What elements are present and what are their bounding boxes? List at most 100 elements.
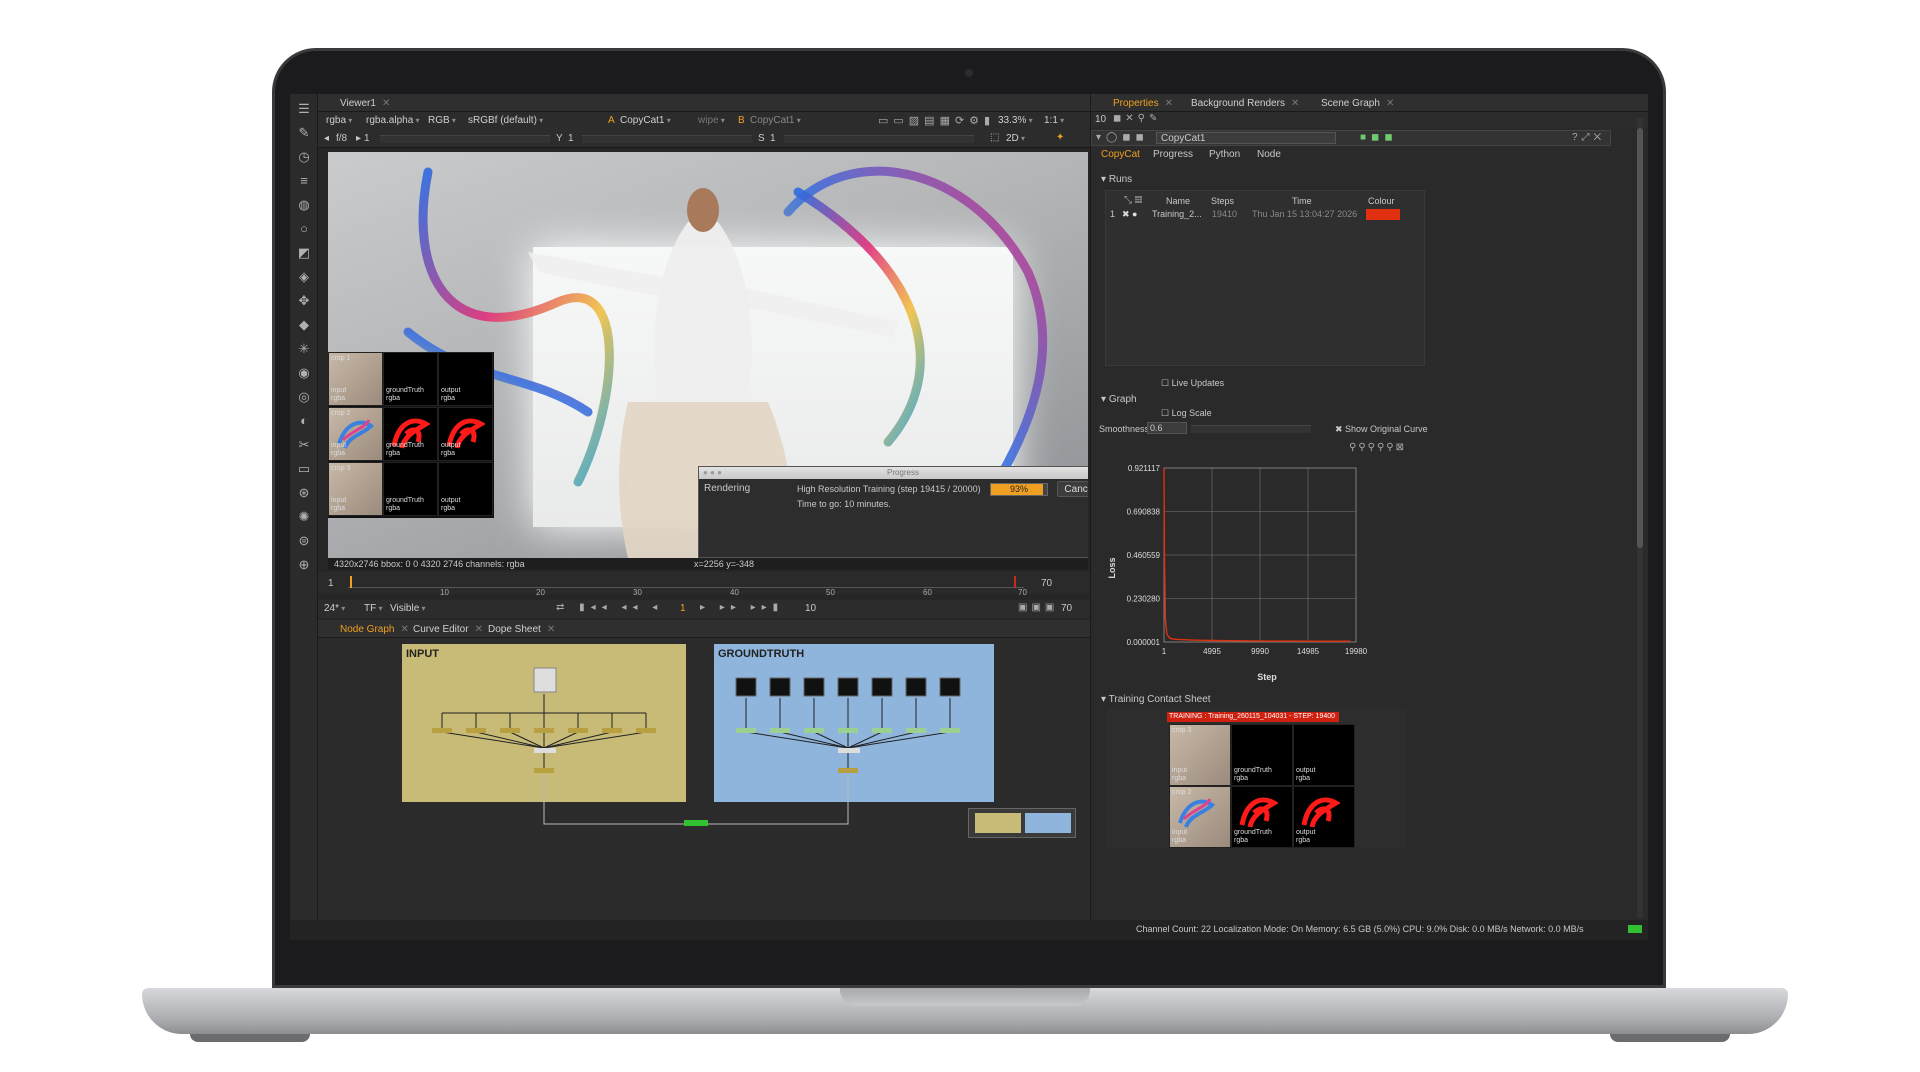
tab-viewer1[interactable]: Viewer1 ✕ — [340, 98, 390, 109]
current-frame-field[interactable]: 1 — [680, 603, 686, 614]
filter-icon[interactable]: ◩ — [297, 246, 311, 260]
ml-icon[interactable]: ⊜ — [297, 534, 311, 548]
cancel-button[interactable]: Cancel — [1057, 481, 1088, 497]
loss-chart[interactable]: Loss Step 1 4995 9990 14985 19980 0.921117 0.6… — [1099, 458, 1419, 684]
col-time[interactable]: Time — [1292, 196, 1312, 206]
colorspace-dropdown[interactable]: RGB — [428, 115, 456, 126]
viewer-lock-icons[interactable]: ▣▣▣ — [1018, 602, 1058, 613]
fstop-label[interactable]: f/8 — [336, 133, 347, 144]
close-icon[interactable]: ✕ — [1165, 98, 1173, 109]
b-input-dropdown[interactable]: CopyCat1 — [750, 115, 801, 126]
wipe-dropdown[interactable]: wipe — [698, 115, 725, 126]
col-steps[interactable]: Steps — [1211, 196, 1234, 206]
step-field[interactable]: 10 — [805, 603, 816, 614]
next-icon[interactable]: ▸ — [356, 133, 361, 144]
close-icon[interactable]: ✕ — [1291, 98, 1299, 109]
show-original-checkbox[interactable]: ✖ Show Original Curve — [1335, 424, 1428, 435]
node-header-icons[interactable]: ▾◯◼◼ — [1096, 132, 1149, 143]
view-icon[interactable]: ◎ — [297, 390, 311, 404]
graph-zoom-icons[interactable]: ⚲⚲⚲⚲⚲⊠ — [1349, 442, 1406, 453]
viewer-image[interactable]: crop 1 input rgba groundTruth rgba output… — [328, 152, 1088, 558]
viewer-tool-icons[interactable]: ▭▭▨▤▦⟳⚙▮ — [878, 114, 995, 127]
close-icon[interactable]: ✕ — [400, 624, 408, 635]
max-panels-field[interactable]: 10 — [1095, 114, 1106, 125]
frame-field[interactable]: 1 — [364, 133, 370, 144]
smoothness-slider[interactable] — [1191, 425, 1311, 433]
layers-icon[interactable]: ◈ — [297, 270, 311, 284]
scrollbar-thumb[interactable] — [1637, 128, 1643, 548]
node-color-icons[interactable]: ■◼◼ — [1360, 132, 1398, 143]
particles-icon[interactable]: ✳ — [297, 342, 311, 356]
node-graph[interactable]: INPUT GROUNDTRUTH — [318, 638, 1090, 920]
out-marker[interactable] — [1014, 576, 1016, 588]
tf-dropdown[interactable]: TF — [364, 603, 382, 614]
channel-icon[interactable]: ≡ — [297, 174, 311, 188]
timeline-track[interactable] — [348, 576, 1024, 588]
metadata-icon[interactable]: ▭ — [297, 462, 311, 476]
forward-icons[interactable]: ▸ ▸▸ ▸▸▮ — [700, 602, 784, 613]
delete-run-icon[interactable]: ✖ ● — [1122, 209, 1137, 220]
table-row[interactable]: 1 ✖ ● Training_2... 19410 Thu Jan 15 13:… — [1106, 209, 1424, 221]
node-name-field[interactable]: CopyCat1 — [1156, 132, 1336, 144]
view-mode-dropdown[interactable]: 2D — [1006, 133, 1025, 144]
node-graph-minimap[interactable] — [968, 808, 1076, 838]
properties-scrollbar[interactable] — [1637, 118, 1643, 918]
close-icon[interactable]: ✕ — [1386, 98, 1394, 109]
tab-progress[interactable]: Progress — [1153, 149, 1193, 160]
fps-dropdown[interactable]: 24* — [324, 603, 345, 614]
pen-icon[interactable]: ✎ — [297, 126, 311, 140]
channel-dropdown[interactable]: rgba — [326, 115, 352, 126]
runs-header-icons[interactable]: ⤡ ▦ — [1124, 195, 1142, 206]
deep-icon[interactable]: ◉ — [297, 366, 311, 380]
saturation-slider[interactable] — [784, 135, 974, 143]
transport-icons[interactable]: ⇄ ▮◂◂ ◂◂ ◂ — [556, 602, 663, 613]
y-field[interactable]: 1 — [568, 133, 574, 144]
log-scale-checkbox[interactable]: ☐ Log Scale — [1161, 408, 1212, 419]
gamma-slider[interactable] — [582, 135, 752, 143]
zoom-dropdown[interactable]: 33.3% — [998, 115, 1033, 126]
circle-icon[interactable]: ○ — [297, 222, 311, 236]
transform-icon[interactable]: ✥ — [297, 294, 311, 308]
tab-background-renders[interactable]: Background Renders ✕ — [1191, 98, 1299, 109]
smoothness-field[interactable]: 0.6 — [1147, 422, 1187, 434]
col-name[interactable]: Name — [1166, 196, 1190, 206]
visibility-dropdown[interactable]: Visible — [390, 603, 426, 614]
playhead[interactable] — [350, 576, 352, 588]
properties-tool-icons[interactable]: ◼✕⚲✎ — [1113, 113, 1161, 124]
roi-icon[interactable]: ⬚ — [990, 132, 999, 143]
alpha-dropdown[interactable]: rgba.alpha — [366, 115, 420, 126]
tab-curve-editor[interactable]: Curve Editor ✕ — [413, 624, 483, 635]
tab-node[interactable]: Node — [1257, 149, 1281, 160]
tab-properties[interactable]: Properties ✕ — [1113, 98, 1173, 109]
run-colour-swatch[interactable] — [1366, 209, 1400, 220]
node-window-icons[interactable]: ?⤢✕ — [1572, 132, 1605, 143]
ratio-dropdown[interactable]: 1:1 — [1044, 115, 1064, 126]
contact-section[interactable]: ▾ Training Contact Sheet — [1101, 694, 1211, 705]
runs-section[interactable]: ▾ Runs — [1101, 174, 1132, 185]
3d-icon[interactable]: ◆ — [297, 318, 311, 332]
clock-icon[interactable]: ◷ — [297, 150, 311, 164]
menu-icon[interactable]: ☰ — [297, 102, 311, 116]
tab-python[interactable]: Python — [1209, 149, 1240, 160]
paint-icon[interactable]: ◐ — [297, 414, 311, 428]
paint-bucket-icon[interactable]: ✦ — [1056, 132, 1064, 143]
end-field[interactable]: 70 — [1061, 603, 1072, 614]
window-controls[interactable]: ● ● ● — [703, 468, 722, 477]
plugins-icon[interactable]: ⊕ — [297, 558, 311, 572]
tab-scene-graph[interactable]: Scene Graph ✕ — [1321, 98, 1394, 109]
other-icon[interactable]: ✺ — [297, 510, 311, 524]
toolsets-icon[interactable]: ⊛ — [297, 486, 311, 500]
close-icon[interactable]: ✕ — [475, 624, 483, 635]
gain-slider[interactable] — [380, 135, 550, 143]
live-updates-checkbox[interactable]: ☐ Live Updates — [1161, 378, 1224, 389]
col-colour[interactable]: Colour — [1368, 196, 1395, 206]
s-field[interactable]: 1 — [770, 133, 776, 144]
graph-section[interactable]: ▾ Graph — [1101, 394, 1137, 405]
prev-icon[interactable]: ◂ — [324, 133, 329, 144]
tab-dope-sheet[interactable]: Dope Sheet ✕ — [488, 624, 555, 635]
close-icon[interactable]: ✕ — [382, 98, 390, 109]
keyer-icon[interactable]: ✂ — [297, 438, 311, 452]
tab-node-graph[interactable]: Node Graph ✕ — [340, 624, 409, 635]
color-icon[interactable]: ◍ — [297, 198, 311, 212]
close-icon[interactable]: ✕ — [547, 624, 555, 635]
